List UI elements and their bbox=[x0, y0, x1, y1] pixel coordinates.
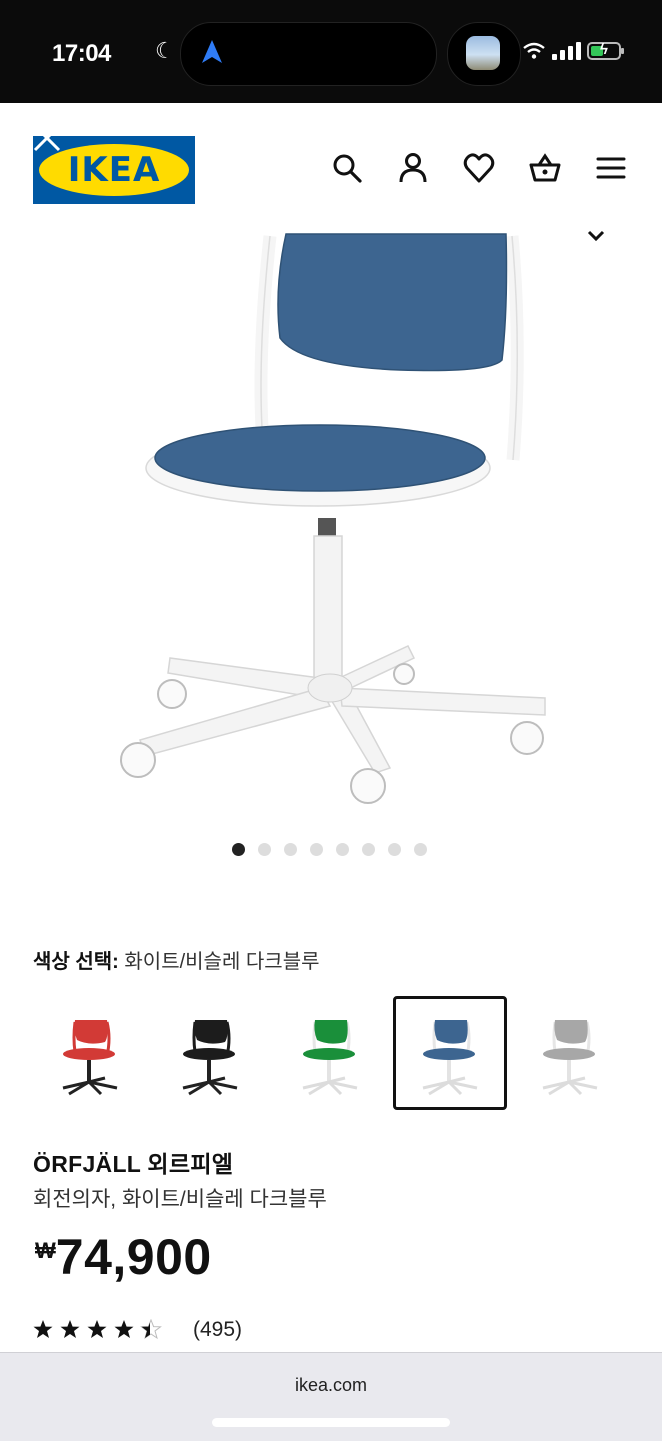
logo-text: IKEA bbox=[67, 150, 161, 190]
color-label-heading: 색상 선택: bbox=[33, 951, 119, 973]
color-swatch-red[interactable] bbox=[33, 996, 147, 1110]
photo-thumbnail bbox=[466, 36, 500, 70]
seat-cushion bbox=[154, 424, 486, 492]
carousel-dot[interactable] bbox=[232, 843, 245, 856]
color-value: 화이트/비슬레 다크블루 bbox=[124, 951, 320, 973]
backrest bbox=[277, 233, 508, 372]
carousel-dot[interactable] bbox=[310, 843, 323, 856]
wifi-icon bbox=[523, 42, 545, 59]
color-swatches bbox=[33, 996, 627, 1110]
url-text[interactable]: ikea.com bbox=[0, 1375, 662, 1396]
status-time: 17:04 bbox=[52, 40, 111, 67]
product-price: ₩74,900 bbox=[35, 1228, 212, 1286]
currency-symbol: ₩ bbox=[35, 1238, 56, 1263]
browser-address-bar: ikea.com bbox=[0, 1352, 662, 1441]
color-selection-label: 색상 선택: 화이트/비슬레 다크블루 bbox=[33, 945, 320, 974]
color-swatch-green[interactable] bbox=[273, 996, 387, 1110]
carousel-dot[interactable] bbox=[258, 843, 271, 856]
product-image[interactable] bbox=[0, 228, 662, 828]
heart-icon[interactable] bbox=[462, 151, 496, 185]
user-icon[interactable] bbox=[396, 151, 430, 185]
carousel-dot[interactable] bbox=[414, 843, 427, 856]
close-icon[interactable] bbox=[32, 123, 62, 153]
product-name: ÖRFJÄLL 외르피엘 bbox=[33, 1151, 234, 1177]
review-count[interactable]: (495) bbox=[193, 1318, 242, 1342]
carousel-dot[interactable] bbox=[362, 843, 375, 856]
basket-icon[interactable] bbox=[528, 151, 562, 185]
color-swatch-black[interactable] bbox=[153, 996, 267, 1110]
moon-icon: ☾ bbox=[155, 38, 175, 63]
menu-icon[interactable] bbox=[594, 151, 628, 185]
carousel-dots[interactable] bbox=[232, 843, 427, 856]
search-icon[interactable] bbox=[330, 151, 364, 185]
carousel-dot[interactable] bbox=[388, 843, 401, 856]
carousel-dot[interactable] bbox=[284, 843, 297, 856]
color-swatch-grey[interactable] bbox=[513, 996, 627, 1110]
battery-icon: ϟ bbox=[587, 41, 624, 60]
rating[interactable]: (495) bbox=[33, 1318, 242, 1342]
status-indicators: ϟ bbox=[522, 41, 624, 60]
carousel-dot[interactable] bbox=[336, 843, 349, 856]
color-swatch-dark-blue[interactable] bbox=[393, 996, 507, 1110]
chevron-down-icon[interactable] bbox=[586, 228, 606, 244]
star-rating-icon bbox=[33, 1319, 162, 1340]
signal-icon bbox=[552, 42, 581, 60]
price-amount: 74,900 bbox=[55, 1229, 212, 1285]
status-bar: 17:04 ☾ ϟ bbox=[0, 0, 662, 103]
location-arrow-icon bbox=[202, 40, 222, 63]
product-description: 회전의자, 화이트/비슬레 다크블루 bbox=[33, 1188, 327, 1211]
site-header: IKEA bbox=[0, 103, 662, 228]
home-indicator[interactable] bbox=[212, 1418, 450, 1427]
